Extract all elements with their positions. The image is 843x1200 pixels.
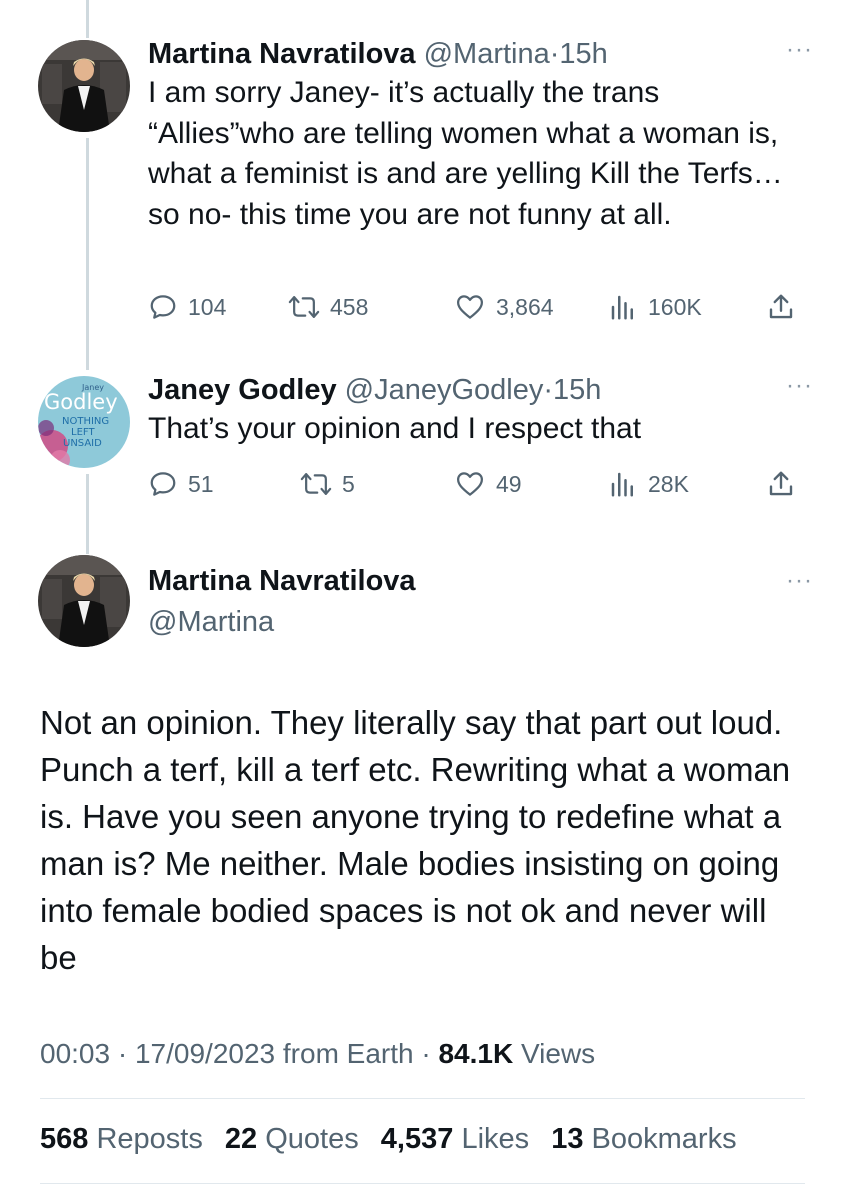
display-name[interactable]: Janey Godley <box>148 374 337 406</box>
thread-line-top <box>86 0 89 38</box>
quotes-count: 22 <box>224 1123 258 1155</box>
reply-icon <box>150 295 176 319</box>
heart-icon <box>457 295 483 319</box>
repost-count: 458 <box>330 293 369 320</box>
reply-button[interactable]: 51 <box>148 469 214 499</box>
reply-icon <box>150 472 176 496</box>
repost-icon <box>300 473 332 495</box>
likes-stat[interactable]: 4,537 Likes <box>381 1123 529 1155</box>
avatar-martina-image <box>38 555 130 647</box>
user-handle[interactable]: @Martina <box>424 38 550 70</box>
more-options-icon[interactable]: ··· <box>786 36 813 64</box>
display-name[interactable]: Martina Navratilova <box>148 38 416 70</box>
tweet-actions: 51 5 49 28K <box>148 469 808 505</box>
reply-count: 104 <box>188 293 227 320</box>
quotes-label: Quotes <box>265 1123 359 1155</box>
timestamp[interactable]: 15h <box>553 374 601 406</box>
share-icon <box>769 471 793 496</box>
reposts-stat[interactable]: 568 Reposts <box>40 1123 203 1155</box>
share-icon <box>769 294 793 319</box>
thread-line-middle <box>86 138 89 370</box>
avatar-janey-image: Janey Godley NOTHING LEFT UNSAID <box>38 376 130 468</box>
divider <box>40 1183 805 1184</box>
views-button[interactable]: 28K <box>608 469 689 499</box>
views-icon <box>611 295 633 320</box>
repost-button[interactable]: 5 <box>300 469 355 499</box>
display-name[interactable]: Martina Navratilova <box>148 563 813 599</box>
bookmarks-stat[interactable]: 13 Bookmarks <box>551 1123 736 1155</box>
bookmarks-count: 13 <box>551 1123 584 1155</box>
repost-count: 5 <box>342 470 355 497</box>
engagement-stats: 568 Reposts 22 Quotes 4,537 Likes 13 Boo… <box>40 1121 751 1157</box>
more-options-icon[interactable]: ··· <box>786 567 813 595</box>
like-button[interactable]: 49 <box>454 469 522 499</box>
tweet-header: Janey Godley @JaneyGodley·15h <box>148 372 813 408</box>
views-icon <box>611 472 633 497</box>
separator-dot: · <box>543 374 554 406</box>
tweet-source: from Earth <box>282 1038 414 1069</box>
tweet-date[interactable]: 17/09/2023 <box>135 1038 275 1069</box>
avatar-martina-image <box>38 40 130 132</box>
tweet-time[interactable]: 00:03 <box>40 1038 110 1069</box>
user-handle[interactable]: @Martina <box>148 604 813 640</box>
quotes-stat[interactable]: 22 Quotes <box>225 1123 359 1155</box>
like-count: 3,864 <box>496 293 554 320</box>
user-handle[interactable]: @JaneyGodley <box>345 374 544 406</box>
views-button[interactable]: 160K <box>608 292 702 322</box>
views-label: Views <box>520 1038 596 1069</box>
views-count: 84.1K <box>438 1038 514 1069</box>
share-button[interactable] <box>766 292 806 322</box>
likes-count: 4,537 <box>380 1123 454 1155</box>
more-options-icon[interactable]: ··· <box>786 372 813 400</box>
tweet-text: That’s your opinion and I respect that <box>148 412 642 445</box>
reply-count: 51 <box>188 470 214 497</box>
tweet-meta: 00:03 · 17/09/2023 from Earth · 84.1K Vi… <box>40 1036 595 1072</box>
reposts-count: 568 <box>40 1123 89 1155</box>
share-button[interactable] <box>766 469 806 499</box>
avatar-line2-text: LEFT <box>71 427 95 438</box>
reposts-label: Reposts <box>96 1123 203 1155</box>
thread-line-bottom <box>86 474 89 554</box>
separator-dot: · <box>117 1038 128 1069</box>
separator-dot: · <box>549 38 560 70</box>
likes-label: Likes <box>461 1123 530 1155</box>
avatar-martina-main[interactable] <box>38 555 130 647</box>
like-count: 49 <box>496 470 522 497</box>
repost-icon <box>288 296 320 318</box>
avatar-title-text: Godley <box>44 390 118 414</box>
reply-button[interactable]: 104 <box>148 292 226 322</box>
tweet-actions: 104 458 3,864 160K <box>148 292 808 328</box>
divider <box>40 1098 805 1099</box>
tweet-header: Martina Navratilova @Martina·15h <box>148 36 813 72</box>
reply-tweet-2[interactable]: Janey Godley @JaneyGodley·15h ··· That’s… <box>148 372 813 450</box>
main-tweet-header: Martina Navratilova @Martina ··· <box>148 563 813 640</box>
avatar-line1-text: NOTHING <box>62 416 109 427</box>
views-count: 160K <box>648 293 702 320</box>
reply-tweet-1[interactable]: Martina Navratilova @Martina·15h ··· I a… <box>148 36 813 235</box>
separator-dot: · <box>421 1038 431 1069</box>
like-button[interactable]: 3,864 <box>454 292 554 322</box>
heart-icon <box>457 472 483 496</box>
timestamp[interactable]: 15h <box>559 38 607 70</box>
repost-button[interactable]: 458 <box>288 292 368 322</box>
avatar-line3-text: UNSAID <box>63 438 102 449</box>
avatar-martina[interactable] <box>38 40 130 132</box>
avatar-janey[interactable]: Janey Godley NOTHING LEFT UNSAID <box>38 376 130 468</box>
main-tweet-text: Not an opinion. They literally say that … <box>40 704 791 976</box>
tweet-text: I am sorry Janey- it’s actually the tran… <box>148 76 783 231</box>
bookmarks-label: Bookmarks <box>591 1123 737 1155</box>
views-count: 28K <box>648 470 689 497</box>
